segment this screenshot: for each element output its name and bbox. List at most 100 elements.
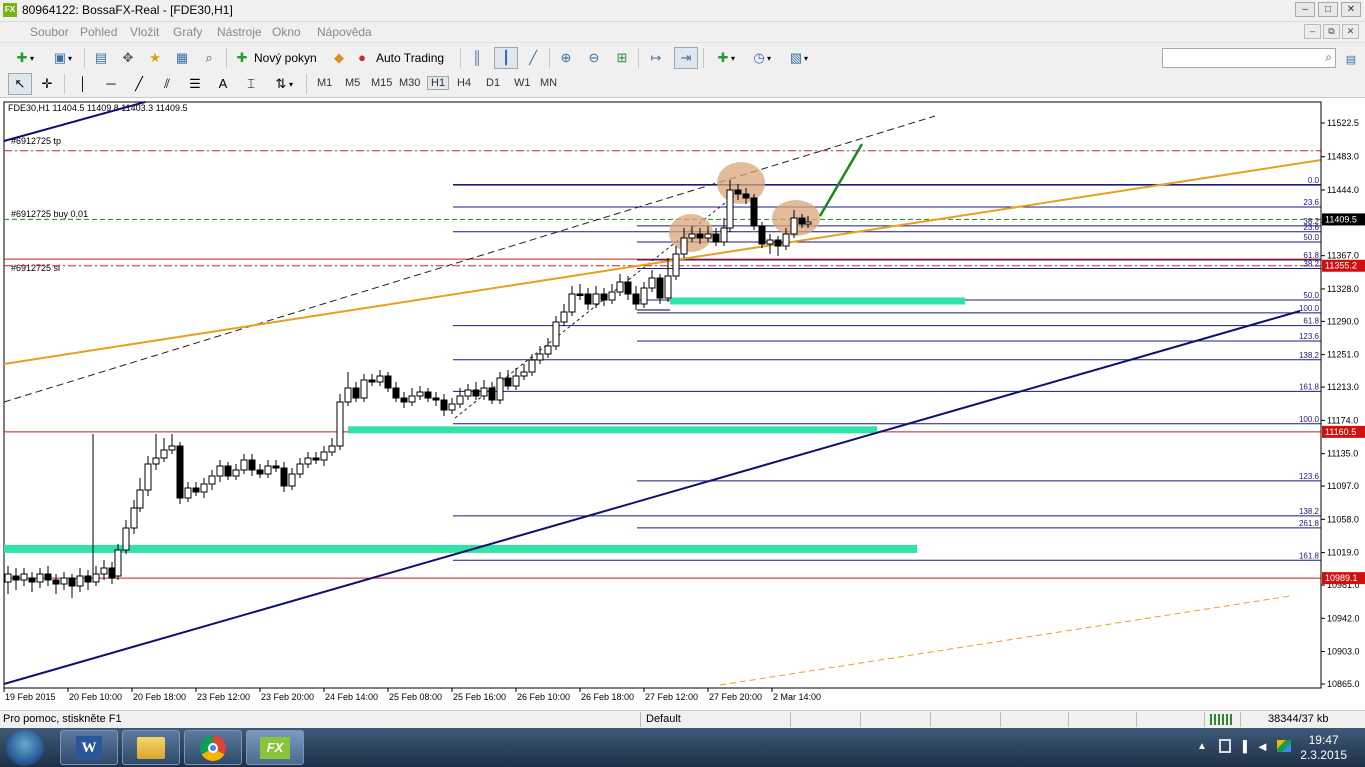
tray-expand-icon[interactable]: ▲ (1197, 741, 1207, 752)
candle-body (264, 465, 272, 475)
timeframe-d1[interactable]: D1 (486, 77, 500, 89)
close-button[interactable]: ✕ (1341, 2, 1361, 17)
tray-device-icon[interactable] (1219, 739, 1231, 753)
tile-windows-button[interactable]: ⊞ (611, 47, 633, 69)
window-title: 80964122: BossaFX-Real - [FDE30,H1] (22, 3, 233, 17)
fib-level-label: 138.2 (1299, 351, 1320, 360)
candle-body (576, 293, 584, 296)
menu-nastroje[interactable]: Nástroje (217, 25, 262, 39)
text-label-icon: ⌶ (247, 76, 255, 91)
minimize-button[interactable]: – (1295, 2, 1315, 17)
taskbar-clock[interactable]: 19:47 2.3.2015 (1300, 733, 1347, 763)
autoscroll-button[interactable]: ↦ (645, 47, 667, 69)
menu-grafy[interactable]: Grafy (173, 25, 202, 39)
fx-icon: FX (260, 736, 290, 759)
menu-vlozit[interactable]: Vložit (130, 25, 159, 39)
taskbar-word[interactable]: W (60, 730, 118, 765)
menu-napoveda[interactable]: Nápověda (317, 25, 372, 39)
fib-level-label: 0.0 (1308, 176, 1320, 185)
timeframe-mn[interactable]: MN (540, 77, 557, 89)
tray-volume-icon[interactable]: ◄ (1256, 739, 1269, 754)
terminal-button[interactable]: ▦ (171, 47, 193, 69)
community-button[interactable]: ▤ (1342, 49, 1360, 71)
vertical-line-button[interactable]: │ (72, 73, 94, 95)
templates-button[interactable]: ▧ ▾ (782, 47, 814, 69)
new-chart-button[interactable]: ✚ ▾ (8, 47, 40, 69)
text-tool-button[interactable]: A (212, 73, 234, 95)
auto-trading-button[interactable]: ● Auto Trading (354, 47, 454, 69)
support-zone (348, 426, 877, 434)
new-order-button[interactable]: ✚ Nový pokyn (234, 47, 324, 69)
clock-date: 2.3.2015 (1300, 748, 1347, 762)
zoom-out-button[interactable]: ⊖ (583, 47, 605, 69)
mdi-minimize-button[interactable]: – (1304, 24, 1321, 39)
candle-body (720, 227, 728, 243)
chart-window[interactable]: FDE30,H1 11404.5 11409.8 11403.3 11409.5… (0, 98, 1365, 710)
metaeditor-button[interactable]: ◆ (328, 47, 350, 69)
time-axis-label: 20 Feb 18:00 (133, 692, 186, 702)
price-chart[interactable]: FDE30,H1 11404.5 11409.8 11403.3 11409.5… (0, 98, 1365, 710)
candle-body (600, 293, 608, 301)
time-axis-label: 23 Feb 20:00 (261, 692, 314, 702)
timeframe-m1[interactable]: M1 (317, 77, 332, 89)
search-input[interactable]: ⌕ (1162, 48, 1336, 68)
tray-network-icon[interactable]: ▐ (1239, 741, 1247, 753)
candle-body (750, 197, 758, 227)
candle-body (504, 377, 512, 387)
maximize-button[interactable]: □ (1318, 2, 1338, 17)
candle-body (774, 239, 782, 247)
line-chart-button[interactable]: ╱ (522, 47, 544, 69)
timeframe-h4[interactable]: H4 (457, 77, 471, 89)
candle-body (52, 579, 60, 585)
taskbar-fx[interactable]: FX (246, 730, 304, 765)
taskbar-explorer[interactable] (122, 730, 180, 765)
fib-level-label: 23.6 (1303, 223, 1319, 232)
bar-chart-button[interactable]: ║ (466, 47, 488, 69)
candle-body (552, 321, 560, 347)
chart-shift-button[interactable]: ⇥ (674, 47, 698, 69)
time-axis-label: 19 Feb 2015 (5, 692, 56, 702)
favorites-button[interactable]: ★ (144, 47, 166, 69)
candle-body (200, 483, 208, 493)
mdi-close-button[interactable]: ✕ (1342, 24, 1359, 39)
menu-soubor[interactable]: Soubor (30, 25, 69, 39)
candlestick-button[interactable]: ┃ (494, 47, 518, 69)
menu-pohled[interactable]: Pohled (80, 25, 117, 39)
fib-level-label: 100.0 (1299, 304, 1320, 313)
navigator-button[interactable]: ✥ (117, 47, 139, 69)
price-tag-label: 11355.2 (1325, 261, 1357, 271)
candle-body (496, 377, 504, 401)
menu-bar: Soubor Pohled Vložit Grafy Nástroje Okno… (0, 22, 1365, 42)
channel-button[interactable]: ⫽ (156, 73, 178, 95)
arrows-button[interactable]: ⇅ ▾ (268, 73, 298, 95)
market-watch-button[interactable]: ▤ (90, 47, 112, 69)
candle-body (296, 463, 304, 475)
profiles-button[interactable]: ▣ ▾ (46, 47, 78, 69)
text-label-button[interactable]: ⌶ (240, 73, 262, 95)
timeframe-h1[interactable]: H1 (427, 76, 450, 90)
crosshair-tool-button[interactable]: ✛ (36, 73, 58, 95)
trendline-button[interactable]: ╱ (128, 73, 150, 95)
tray-drive-icon[interactable] (1277, 740, 1291, 752)
cursor-tool-button[interactable]: ↖ (8, 73, 32, 95)
price-tag-label: 11409.5 (1325, 214, 1357, 224)
candle-body (392, 387, 400, 399)
menu-okno[interactable]: Okno (272, 25, 301, 39)
time-axis-label: 24 Feb 14:00 (325, 692, 378, 702)
timeframe-m15[interactable]: M15 (371, 77, 392, 89)
candle-body (790, 217, 798, 235)
horizontal-line-button[interactable]: ─ (100, 73, 122, 95)
timeframe-w1[interactable]: W1 (514, 77, 531, 89)
zoom-in-button[interactable]: ⊕ (555, 47, 577, 69)
candle-body (176, 445, 184, 499)
strategy-tester-button[interactable]: ⌕ (198, 47, 220, 69)
timeframe-m30[interactable]: M30 (399, 77, 420, 89)
fibonacci-button[interactable]: ☰ (184, 73, 206, 95)
taskbar-chrome[interactable] (184, 730, 242, 765)
start-button[interactable] (6, 730, 44, 766)
indicators-button[interactable]: ✚ ▾ (709, 47, 741, 69)
price-axis-label: 11251.0 (1327, 350, 1359, 360)
timeframe-m5[interactable]: M5 (345, 77, 360, 89)
periods-button[interactable]: ◷ ▾ (745, 47, 777, 69)
mdi-restore-button[interactable]: ⧉ (1323, 24, 1340, 39)
